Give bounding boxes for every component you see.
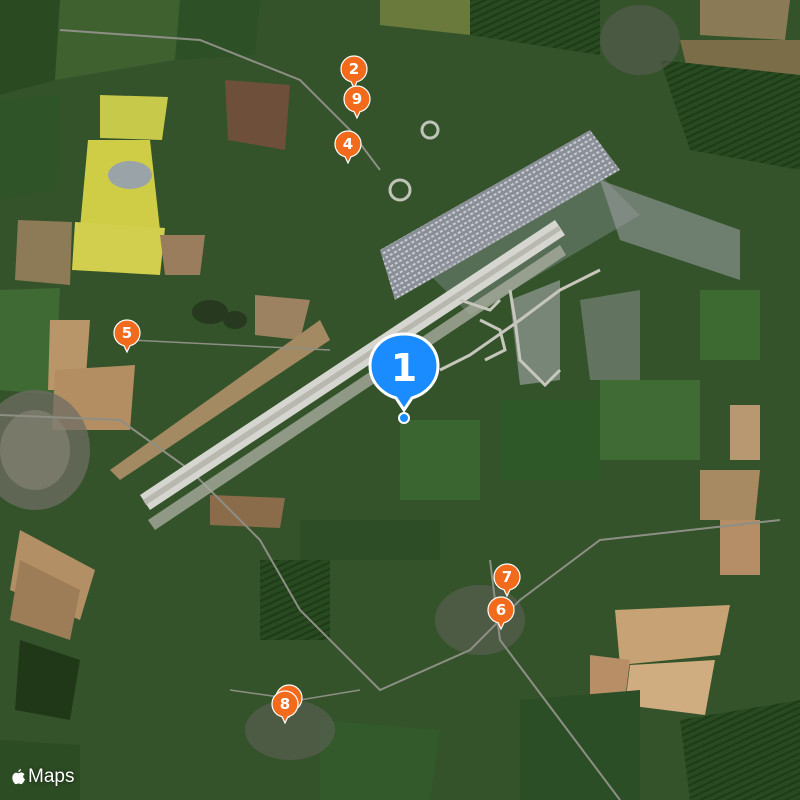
current-location-pin[interactable]: 1 <box>368 332 440 428</box>
attribution-text: Maps <box>28 766 75 787</box>
current-location-label: 1 <box>390 346 418 390</box>
marker-label: 6 <box>495 601 507 619</box>
marker-label: 8 <box>279 695 291 713</box>
maps-attribution: Maps <box>10 766 74 788</box>
map-marker-7[interactable]: 7 <box>493 563 521 599</box>
marker-label: 5 <box>121 324 133 342</box>
marker-label: 7 <box>501 568 513 586</box>
map-marker-5[interactable]: 5 <box>113 319 141 355</box>
map-marker-6[interactable]: 6 <box>487 596 515 632</box>
map-marker-8[interactable]: 8 <box>271 690 299 726</box>
marker-label: 4 <box>342 135 354 153</box>
map-marker-4[interactable]: 4 <box>334 130 362 166</box>
apple-logo-icon <box>12 768 25 784</box>
satellite-map[interactable]: 1 2 9 4 5 7 6 8 Maps <box>0 0 800 800</box>
marker-label: 9 <box>351 90 363 108</box>
map-marker-9[interactable]: 9 <box>343 85 371 121</box>
marker-label: 2 <box>348 60 360 78</box>
